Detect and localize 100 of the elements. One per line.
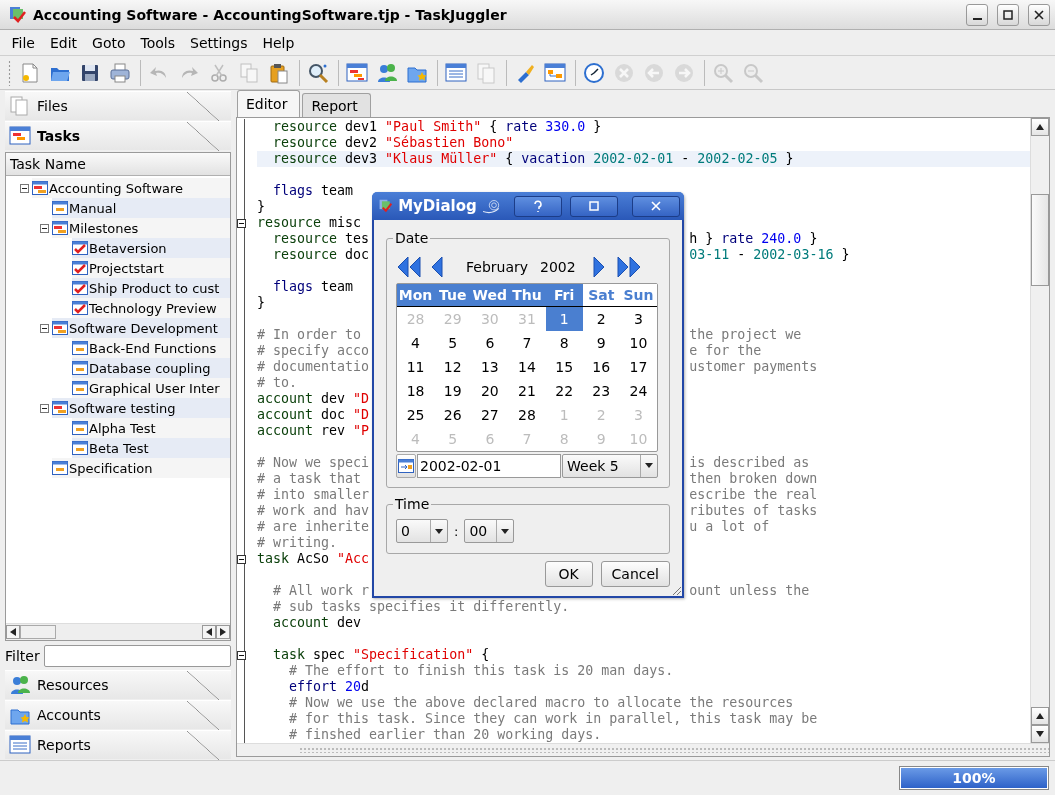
code-line: account dev [272, 615, 362, 631]
list-icon [445, 61, 467, 84]
group-label: Time [394, 496, 431, 512]
calendar-day[interactable]: 24 [619, 379, 657, 403]
collapse-icon[interactable] [39, 403, 49, 413]
calendar-day[interactable]: 6 [471, 331, 509, 355]
week-combo[interactable]: Week 5 [562, 453, 658, 478]
tab[interactable]: Editor [237, 90, 301, 117]
calendar-day[interactable]: 10 [619, 331, 657, 355]
code-line: is described as [689, 455, 810, 471]
calendar-day[interactable]: 5 [434, 331, 472, 355]
calendar-day[interactable]: 17 [619, 355, 657, 379]
section-header[interactable]: Tasks [5, 121, 231, 150]
column-header[interactable]: Task Name [6, 153, 230, 176]
task-group-icon [52, 321, 68, 335]
menu-item[interactable]: Help [254, 34, 302, 51]
tab[interactable]: Report [302, 93, 371, 117]
code-line: effort 20d [288, 679, 370, 695]
maximize-button[interactable] [997, 3, 1019, 26]
code-line: ustomer payments [689, 359, 818, 375]
scrollbar-thumb[interactable] [1031, 194, 1049, 286]
calendar-day[interactable]: 18 [397, 379, 435, 403]
code-line: # finshed earlier than 20 working days. [288, 727, 602, 743]
menu-item[interactable]: Edit [42, 34, 85, 51]
fold-icon[interactable] [237, 218, 246, 228]
code-line: # are inherite [257, 519, 370, 534]
maximize-button[interactable] [570, 195, 618, 217]
code-line: # writing. [257, 535, 338, 551]
calendar-day[interactable]: 14 [508, 355, 546, 379]
calendar-day[interactable]: 16 [582, 355, 620, 379]
calendar-day[interactable]: 23 [582, 379, 620, 403]
menu-item[interactable]: File [4, 34, 43, 51]
calendar-day[interactable]: 26 [434, 403, 472, 427]
close-button[interactable] [632, 195, 680, 217]
calendar-day[interactable]: 25 [397, 403, 435, 427]
previous-year-icon[interactable] [396, 255, 422, 279]
section-header[interactable]: Accounts [5, 700, 231, 729]
menu-item[interactable]: Tools [133, 34, 183, 51]
code-line: task AcSo "Acc [257, 551, 370, 567]
app-icon [8, 5, 26, 24]
month-button[interactable]: February [460, 259, 535, 275]
calendar-day[interactable]: 15 [545, 355, 583, 379]
code-line: flags team [272, 279, 354, 295]
year-button[interactable]: 2002 [534, 259, 582, 275]
fold-icon[interactable] [237, 650, 246, 660]
calendar-day[interactable]: 1 [545, 307, 583, 331]
menu-item[interactable]: Goto [84, 34, 134, 51]
code-line: # documentatio [257, 359, 370, 374]
section-header[interactable]: Reports [5, 730, 231, 759]
date-picker-button[interactable] [396, 453, 416, 478]
cancel-button[interactable]: Cancel [600, 561, 670, 587]
fold-icon[interactable] [237, 554, 246, 564]
calendar-day[interactable]: 9 [582, 331, 620, 355]
code-line: # All work r [272, 583, 370, 598]
collapse-icon[interactable] [39, 323, 49, 333]
close-icon [650, 199, 662, 213]
milestone-icon [72, 241, 88, 255]
horizontal-scrollbar[interactable] [6, 623, 230, 640]
calendar-day[interactable]: 8 [545, 331, 583, 355]
calendar-day[interactable]: 11 [397, 355, 435, 379]
minute-combo[interactable]: 00 [464, 519, 515, 543]
menu-item[interactable]: Settings [182, 34, 255, 51]
filter-field[interactable] [43, 645, 231, 667]
calendar-day[interactable]: 21 [508, 379, 546, 403]
horizontal-scrollbar[interactable] [299, 747, 1049, 753]
code-line: } [257, 295, 265, 311]
code-line: resource dev1 "Paul Smith" { rate 330.0 } [272, 119, 602, 135]
calendar-day[interactable]: 3 [619, 307, 657, 331]
files-icon [9, 95, 31, 117]
people-icon [9, 674, 31, 696]
vertical-scrollbar[interactable] [1030, 118, 1049, 743]
calendar-day[interactable]: 20 [471, 379, 509, 403]
section-header[interactable]: Resources [5, 670, 231, 699]
date-field[interactable]: 2002-02-01 [417, 453, 561, 478]
code-line: # for this task. Since they can work in parallel, this task may be [288, 711, 818, 727]
filter-label: Filter [5, 648, 40, 664]
collapse-icon[interactable] [39, 223, 49, 233]
resize-grip[interactable] [670, 584, 682, 596]
calendar-day[interactable]: 27 [471, 403, 509, 427]
next-year-icon[interactable] [615, 255, 642, 279]
section-header[interactable]: Files [5, 91, 231, 120]
scroll-up-icon [1036, 713, 1044, 719]
ok-button[interactable]: OK [544, 561, 593, 587]
previous-month-icon[interactable] [430, 255, 444, 279]
calendar-day[interactable]: 28 [508, 403, 546, 427]
help-button[interactable] [514, 195, 562, 217]
calendar-day[interactable]: 22 [545, 379, 583, 403]
calendar-day[interactable]: 19 [434, 379, 472, 403]
copy-icon [238, 61, 260, 84]
close-button[interactable] [1028, 3, 1050, 26]
task-chart-icon [9, 125, 31, 147]
calendar-day[interactable]: 7 [508, 331, 546, 355]
calendar-day[interactable]: 12 [434, 355, 472, 379]
minimize-button[interactable] [966, 3, 988, 26]
calendar-day[interactable]: 4 [397, 331, 435, 355]
hour-combo[interactable]: 0 [396, 519, 448, 543]
next-month-icon[interactable] [591, 255, 606, 279]
calendar-day[interactable]: 13 [471, 355, 509, 379]
collapse-icon[interactable] [19, 183, 29, 193]
calendar-day[interactable]: 2 [582, 307, 620, 331]
